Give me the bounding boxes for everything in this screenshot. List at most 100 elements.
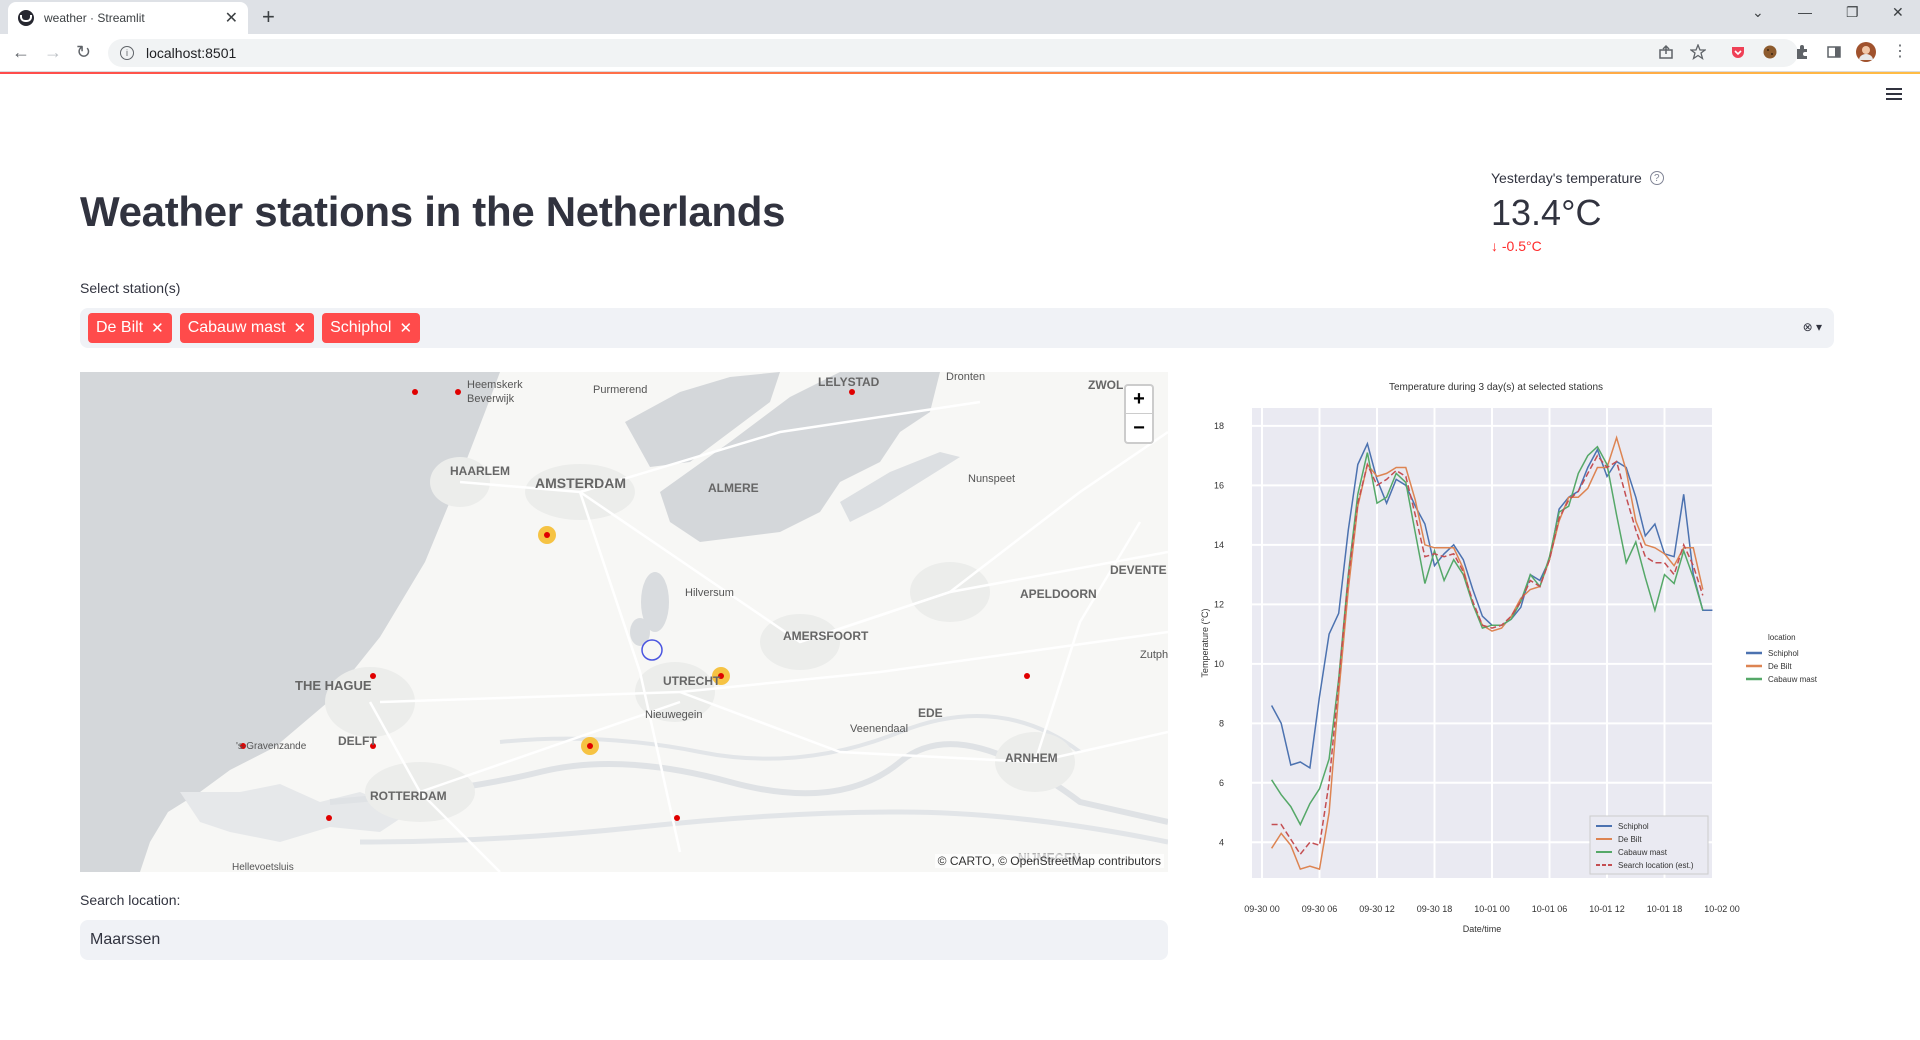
map-place-label: APELDOORN <box>1020 587 1097 601</box>
pocket-icon[interactable] <box>1730 44 1746 60</box>
map-place-label: AMSTERDAM <box>535 475 626 491</box>
restore-icon[interactable]: ❐ <box>1846 4 1859 21</box>
station-marker <box>1024 673 1030 679</box>
map-place-label: EDE <box>918 706 943 720</box>
map-place-label: DELFT <box>338 734 377 748</box>
back-icon[interactable]: ← <box>12 42 30 63</box>
streamlit-decoration-bar <box>0 72 1920 74</box>
new-tab-icon[interactable]: + <box>262 4 275 30</box>
tab-close-icon[interactable]: ✕ <box>225 8 238 28</box>
river <box>359 809 1168 845</box>
side-panel-icon[interactable] <box>1826 44 1842 60</box>
chip-label: Cabauw mast <box>187 319 286 336</box>
zoom-out-button[interactable]: − <box>1126 414 1152 442</box>
station-chip[interactable]: De Bilt ✕ <box>88 313 172 343</box>
legend-label: Cabauw mast <box>1768 675 1818 684</box>
legend-label: Schiphol <box>1618 822 1649 831</box>
map-place-label: DEVENTE <box>1110 563 1167 577</box>
x-tick-label: 09-30 06 <box>1302 904 1338 914</box>
map-place-label: 's-Gravenzande <box>236 741 307 752</box>
map-place-label: Nieuwegein <box>645 709 702 721</box>
site-info-icon[interactable]: i <box>120 46 134 60</box>
y-axis-label: Temperature (°C) <box>1200 608 1210 677</box>
page-title: Weather stations in the Netherlands <box>80 188 786 235</box>
legend-label: De Bilt <box>1618 835 1642 844</box>
map-attribution[interactable]: © CARTO, © OpenStreetMap contributors <box>934 854 1164 868</box>
x-tick-label: 09-30 00 <box>1244 904 1280 914</box>
station-marker <box>455 389 461 395</box>
map-place-label: Nunspeet <box>968 473 1015 485</box>
y-tick-label: 8 <box>1219 718 1224 728</box>
zoom-in-button[interactable]: + <box>1126 386 1152 414</box>
map-place-label: Hellevoetsluis <box>232 862 294 872</box>
metric-label: Yesterday's temperature ? <box>1491 170 1664 186</box>
chip-remove-icon[interactable]: ✕ <box>294 319 307 337</box>
x-tick-label: 10-01 18 <box>1647 904 1683 914</box>
plot-background <box>1252 408 1712 878</box>
map-place-label: ALMERE <box>708 481 759 495</box>
temperature-chart-svg: Temperature during 3 day(s) at selected … <box>1200 382 1818 934</box>
clear-and-dropdown-icon[interactable]: ⊗ ▾ <box>1803 320 1822 334</box>
zoom-control: + − <box>1124 384 1154 444</box>
bookmark-star-icon[interactable] <box>1689 43 1707 61</box>
y-tick-label: 16 <box>1214 480 1224 490</box>
cookie-extension-icon[interactable] <box>1762 44 1778 60</box>
chip-label: Schiphol <box>330 319 392 336</box>
arrow-down-icon: ↓ <box>1491 238 1498 254</box>
station-marker <box>849 389 855 395</box>
chip-remove-icon[interactable]: ✕ <box>399 319 412 337</box>
share-icon[interactable] <box>1658 44 1674 60</box>
station-marker <box>587 743 593 749</box>
search-location-label: Search location: <box>80 892 181 908</box>
station-select-label: Select station(s) <box>80 280 181 296</box>
station-multiselect[interactable]: De Bilt ✕ Cabauw mast ✕ Schiphol ✕ ⊗ ▾ <box>80 308 1834 348</box>
browser-tab[interactable]: weather · Streamlit ✕ <box>8 2 248 34</box>
extensions-puzzle-icon[interactable] <box>1794 44 1810 60</box>
map-place-label: ROTTERDAM <box>370 789 447 803</box>
y-tick-label: 6 <box>1219 778 1224 788</box>
map-place-label: Zutph <box>1140 649 1168 661</box>
main-menu-icon[interactable] <box>1886 88 1902 100</box>
y-tick-label: 4 <box>1219 837 1224 847</box>
streamlit-favicon-icon <box>18 10 34 26</box>
minimize-icon[interactable]: — <box>1798 4 1812 20</box>
search-location-input[interactable] <box>80 920 1168 960</box>
y-tick-label: 12 <box>1214 599 1224 609</box>
window-close-icon[interactable]: ✕ <box>1892 4 1904 21</box>
tab-title: weather · Streamlit <box>44 11 145 25</box>
x-tick-label: 09-30 12 <box>1359 904 1395 914</box>
metric-delta-text: -0.5°C <box>1501 238 1542 254</box>
url-field[interactable]: i localhost:8501 <box>108 39 1798 67</box>
station-map[interactable]: Heemskerk Beverwijk Purmerend LELYSTAD Dront… <box>80 372 1168 872</box>
station-marker <box>326 815 332 821</box>
forward-icon[interactable]: → <box>44 42 62 63</box>
help-tooltip-icon[interactable]: ? <box>1649 171 1664 185</box>
temperature-metric: Yesterday's temperature ? 13.4°C ↓ -0.5°… <box>1491 170 1664 254</box>
browser-menu-icon[interactable]: ⋮ <box>1892 41 1908 60</box>
legend-title: location <box>1768 633 1796 642</box>
map-place-label: Purmerend <box>593 384 647 396</box>
station-chip[interactable]: Cabauw mast ✕ <box>179 313 315 343</box>
x-tick-label: 10-02 00 <box>1704 904 1740 914</box>
chip-remove-icon[interactable]: ✕ <box>151 319 164 337</box>
x-tick-label: 10-01 06 <box>1532 904 1568 914</box>
legend-label: Cabauw mast <box>1618 848 1668 857</box>
map-canvas[interactable]: Heemskerk Beverwijk Purmerend LELYSTAD Dront… <box>80 372 1168 872</box>
legend-label: De Bilt <box>1768 662 1792 671</box>
station-chip[interactable]: Schiphol ✕ <box>322 313 421 343</box>
map-place-label: AMERSFOORT <box>783 629 869 643</box>
map-place-label: Dronten <box>946 372 985 383</box>
map-place-label: Hilversum <box>685 587 734 599</box>
station-marker <box>412 389 418 395</box>
tab-search-icon[interactable]: ⌄ <box>1752 4 1764 21</box>
temperature-chart: Temperature during 3 day(s) at selected … <box>1196 372 1836 942</box>
map-place-label: ARNHEM <box>1005 751 1058 765</box>
profile-avatar[interactable] <box>1856 42 1876 62</box>
legend-label: Schiphol <box>1768 649 1799 658</box>
legend-label: Search location (est.) <box>1618 861 1694 870</box>
map-place-label: ZWOL <box>1088 378 1123 392</box>
station-marker <box>674 815 680 821</box>
reload-icon[interactable]: ↻ <box>76 42 91 63</box>
map-place-label: Heemskerk <box>467 379 523 391</box>
station-marker <box>544 532 550 538</box>
